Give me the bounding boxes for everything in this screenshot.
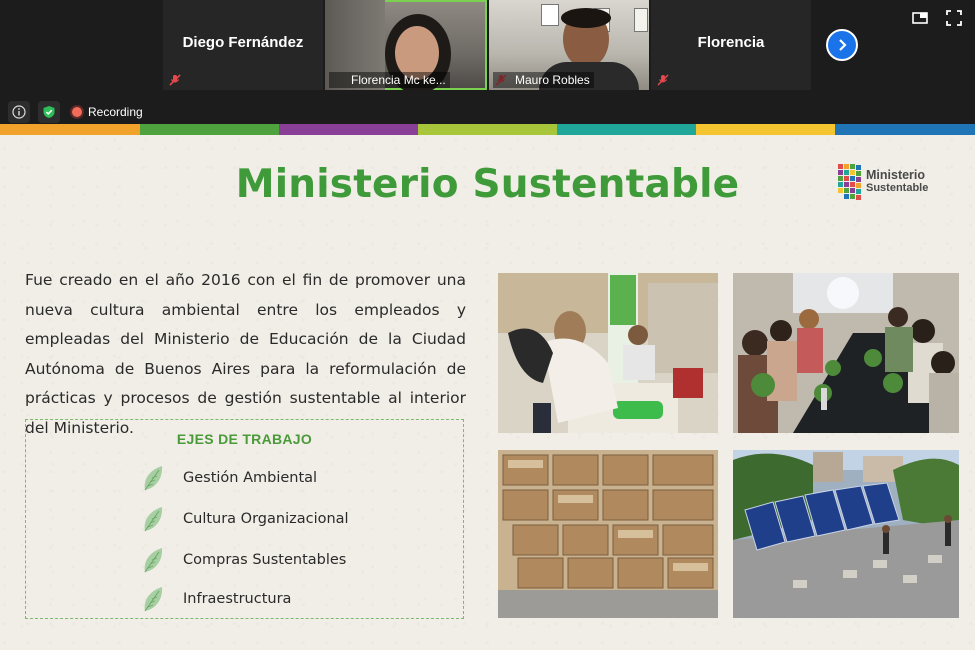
- chevron-right-icon: [839, 39, 847, 51]
- info-icon: [12, 105, 26, 119]
- slide-paragraph: Fue creado en el año 2016 con el fin de …: [25, 271, 466, 437]
- next-participants-button[interactable]: [826, 29, 858, 61]
- mic-muted-icon: [169, 74, 181, 86]
- eje-item: Gestión Ambiental: [141, 464, 317, 492]
- eje-label: Compras Sustentables: [183, 552, 347, 568]
- leaf-icon: [144, 548, 163, 573]
- ministerio-logo: Ministerio Sustentable: [836, 162, 928, 202]
- eje-label: Cultura Organizacional: [183, 511, 349, 527]
- ministerio-logo-mark-icon: [838, 164, 861, 200]
- slide-title: Ministerio Sustentable: [235, 162, 740, 207]
- logo-line2: Sustentable: [866, 182, 929, 194]
- wall-frame: [541, 4, 559, 26]
- ejes-title: EJES DE TRABAJO: [176, 431, 313, 447]
- fullscreen-icon[interactable]: [946, 10, 962, 26]
- participant-label: Florencia Mc ke...: [329, 72, 450, 88]
- logo-line1: Ministerio: [866, 168, 926, 182]
- encryption-button[interactable]: [38, 101, 60, 123]
- participant-hair: [561, 8, 611, 28]
- meeting-status-bar: Recording: [8, 101, 147, 123]
- participant-name: Florencia: [697, 34, 765, 51]
- eje-label: Gestión Ambiental: [183, 470, 318, 486]
- recording-label: Recording: [88, 105, 143, 119]
- participant-tile-mauro-robles[interactable]: Mauro Robles: [489, 0, 649, 90]
- mic-muted-icon: [657, 74, 669, 86]
- participant-tile-florencia[interactable]: Florencia: [651, 0, 811, 90]
- recording-dot-icon: [72, 107, 82, 117]
- color-stripe: [418, 124, 557, 135]
- color-stripe: [0, 124, 140, 135]
- eje-label: Infraestructura: [183, 591, 292, 607]
- wall-frame: [634, 8, 648, 32]
- participant-strip: Diego Fernández Florencia Mc ke... Mauro…: [0, 0, 975, 124]
- photo-cardboard-boxes: [498, 450, 718, 618]
- color-stripe: [835, 124, 975, 135]
- meeting-info-button[interactable]: [8, 101, 30, 123]
- photo-plant-workshop: [733, 273, 959, 433]
- eje-item: Compras Sustentables: [141, 546, 346, 574]
- participant-tile-florencia-mcke[interactable]: Florencia Mc ke...: [325, 0, 487, 90]
- recording-indicator[interactable]: Recording: [68, 105, 147, 119]
- participant-label: Mauro Robles: [493, 72, 594, 88]
- photo-solar-panels: [733, 450, 959, 618]
- minimize-view-icon[interactable]: [912, 10, 928, 26]
- color-stripe: [696, 124, 835, 135]
- leaf-icon: [144, 507, 163, 532]
- shield-check-icon: [43, 106, 55, 118]
- participant-tile-diego[interactable]: Diego Fernández: [163, 0, 323, 90]
- eje-item: Infraestructura: [141, 585, 291, 613]
- leaf-icon: [144, 466, 163, 491]
- ejes-box: EJES DE TRABAJO Gestión Ambiental Cultur…: [25, 419, 464, 619]
- photo-recycling-station: [498, 273, 718, 433]
- eje-item: Cultura Organizacional: [141, 505, 349, 533]
- color-stripe: [279, 124, 418, 135]
- shared-slide: Ministerio Sustentable Ministerio Susten…: [0, 124, 975, 650]
- participant-name: Diego Fernández: [182, 34, 304, 51]
- color-stripe: [140, 124, 279, 135]
- leaf-icon: [144, 587, 163, 612]
- color-stripe: [557, 124, 696, 135]
